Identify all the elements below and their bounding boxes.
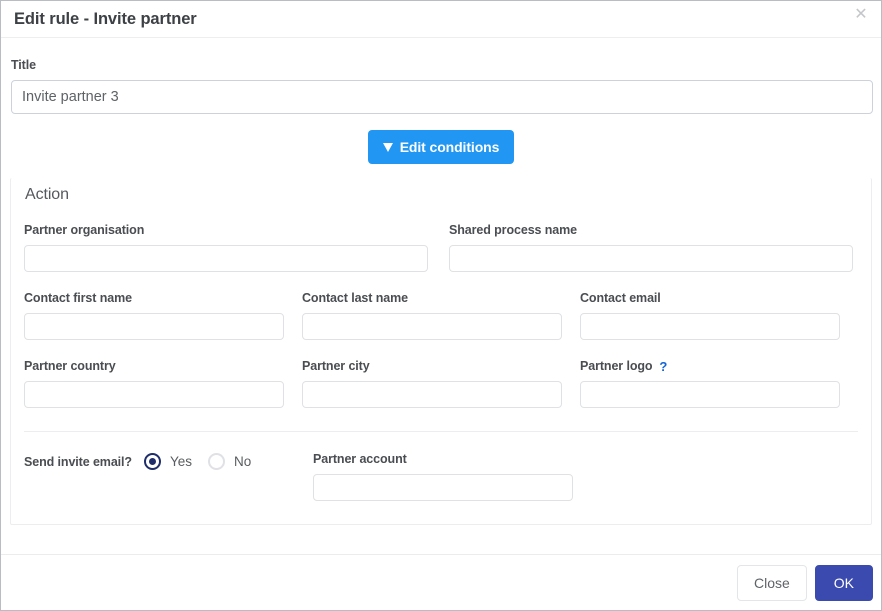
partner-country-input[interactable] — [24, 381, 284, 408]
field-label: Partner organisation — [24, 223, 145, 237]
action-field-grid: Partner organisation Shared process name… — [11, 223, 871, 408]
edit-rule-dialog: Edit rule - Invite partner ✕ Title Edit … — [0, 0, 882, 611]
invite-row: Send invite email? Yes No Partner accoun… — [11, 452, 871, 501]
radio-yes-indicator[interactable] — [143, 453, 161, 470]
field-contact-first-name: Contact first name — [24, 291, 302, 340]
edit-conditions-label: Edit conditions — [399, 139, 500, 155]
action-heading: Action — [25, 186, 69, 203]
partner-logo-label-text: Partner logo — [580, 359, 653, 373]
field-label: Partner account — [313, 452, 407, 466]
partner-logo-input[interactable] — [580, 381, 840, 408]
field-partner-account: Partner account — [313, 452, 573, 501]
ok-button[interactable]: OK — [814, 564, 873, 601]
dialog-header: Edit rule - Invite partner ✕ — [1, 1, 881, 38]
partner-account-input[interactable] — [313, 474, 573, 501]
contact-first-name-input[interactable] — [24, 313, 284, 340]
dialog-footer: Close OK — [1, 554, 881, 610]
field-label: Contact last name — [302, 291, 408, 305]
field-contact-last-name: Contact last name — [302, 291, 580, 340]
edit-conditions-row: Edit conditions — [1, 130, 881, 164]
dialog-title: Edit rule - Invite partner — [14, 10, 197, 29]
field-row-2: Contact first name Contact last name Con… — [24, 291, 858, 340]
close-icon[interactable]: ✕ — [850, 4, 872, 26]
title-field-group: Title — [1, 38, 881, 114]
contact-last-name-input[interactable] — [302, 313, 562, 340]
radio-no-indicator[interactable] — [208, 453, 225, 470]
dialog-body: Title Edit conditions Action Partner org… — [1, 38, 881, 554]
field-partner-country: Partner country — [24, 359, 302, 408]
field-label: Contact first name — [24, 291, 132, 305]
edit-conditions-button[interactable]: Edit conditions — [367, 130, 515, 164]
section-divider — [24, 431, 858, 432]
title-input[interactable] — [11, 80, 873, 114]
field-contact-email: Contact email — [580, 291, 858, 340]
radio-no-label: No — [234, 454, 252, 469]
title-label: Title — [11, 58, 36, 72]
action-card: Action Partner organisation Shared proce… — [10, 178, 872, 525]
field-partner-organisation: Partner organisation — [24, 223, 433, 272]
field-shared-process-name: Shared process name — [449, 223, 858, 272]
field-partner-logo: Partner logo ? — [580, 359, 858, 408]
field-label: Contact email — [580, 291, 661, 305]
shared-process-name-input[interactable] — [449, 245, 853, 272]
field-label: Partner logo ? — [580, 359, 858, 373]
partner-organisation-input[interactable] — [24, 245, 428, 272]
send-invite-email-group: Send invite email? Yes No — [24, 452, 313, 470]
send-invite-email-label: Send invite email? — [24, 454, 132, 469]
close-button[interactable]: Close — [736, 564, 807, 601]
field-row-3: Partner country Partner city Partner log… — [24, 359, 858, 408]
field-label: Shared process name — [449, 223, 578, 237]
partner-city-input[interactable] — [302, 381, 562, 408]
radio-option-yes[interactable]: Yes — [143, 453, 192, 470]
contact-email-input[interactable] — [580, 313, 840, 340]
field-partner-city: Partner city — [302, 359, 580, 408]
radio-option-no[interactable]: No — [208, 453, 251, 470]
field-label: Partner city — [302, 359, 370, 373]
field-label: Partner country — [24, 359, 116, 373]
filter-funnel-icon — [382, 142, 393, 152]
help-question-icon[interactable]: ? — [659, 360, 667, 373]
field-row-1: Partner organisation Shared process name — [24, 223, 858, 272]
radio-yes-label: Yes — [169, 454, 192, 469]
